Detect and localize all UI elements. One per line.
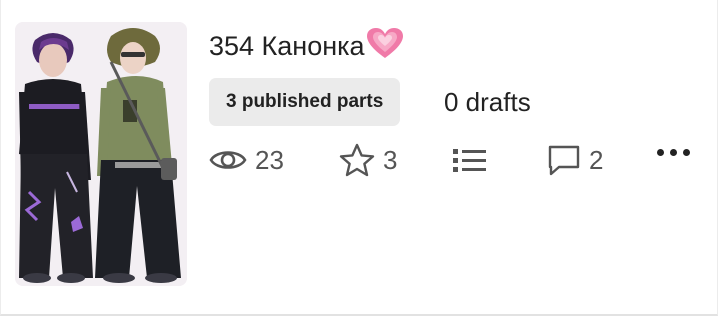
list-icon: [453, 147, 487, 173]
drafts-count: 0 drafts: [444, 87, 531, 117]
comments-stat: 2: [547, 140, 603, 180]
story-title[interactable]: 354 Канонка: [209, 28, 403, 68]
more-icon-dot: [682, 148, 690, 156]
story-card: 354 Канонка 3 published parts 0 drafts 2…: [0, 0, 718, 316]
more-icon-dot: [669, 148, 677, 156]
views-stat: 23: [209, 140, 284, 180]
comment-icon: [547, 143, 581, 177]
more-icon: [656, 148, 664, 156]
cover-illustration: [15, 22, 187, 286]
story-title-text: 354 Канонка: [209, 31, 365, 62]
comments-count: 2: [589, 144, 604, 175]
views-count: 23: [255, 144, 284, 175]
heart-emoji-icon: [366, 28, 403, 68]
votes-stat: 3: [339, 140, 397, 180]
star-icon: [339, 143, 375, 177]
story-cover-image[interactable]: [15, 22, 187, 286]
more-options-button[interactable]: [649, 136, 697, 168]
votes-count: 3: [383, 144, 398, 175]
published-parts-badge: 3 published parts: [209, 78, 401, 126]
eye-icon: [209, 147, 247, 173]
parts-list-button[interactable]: [453, 140, 487, 180]
